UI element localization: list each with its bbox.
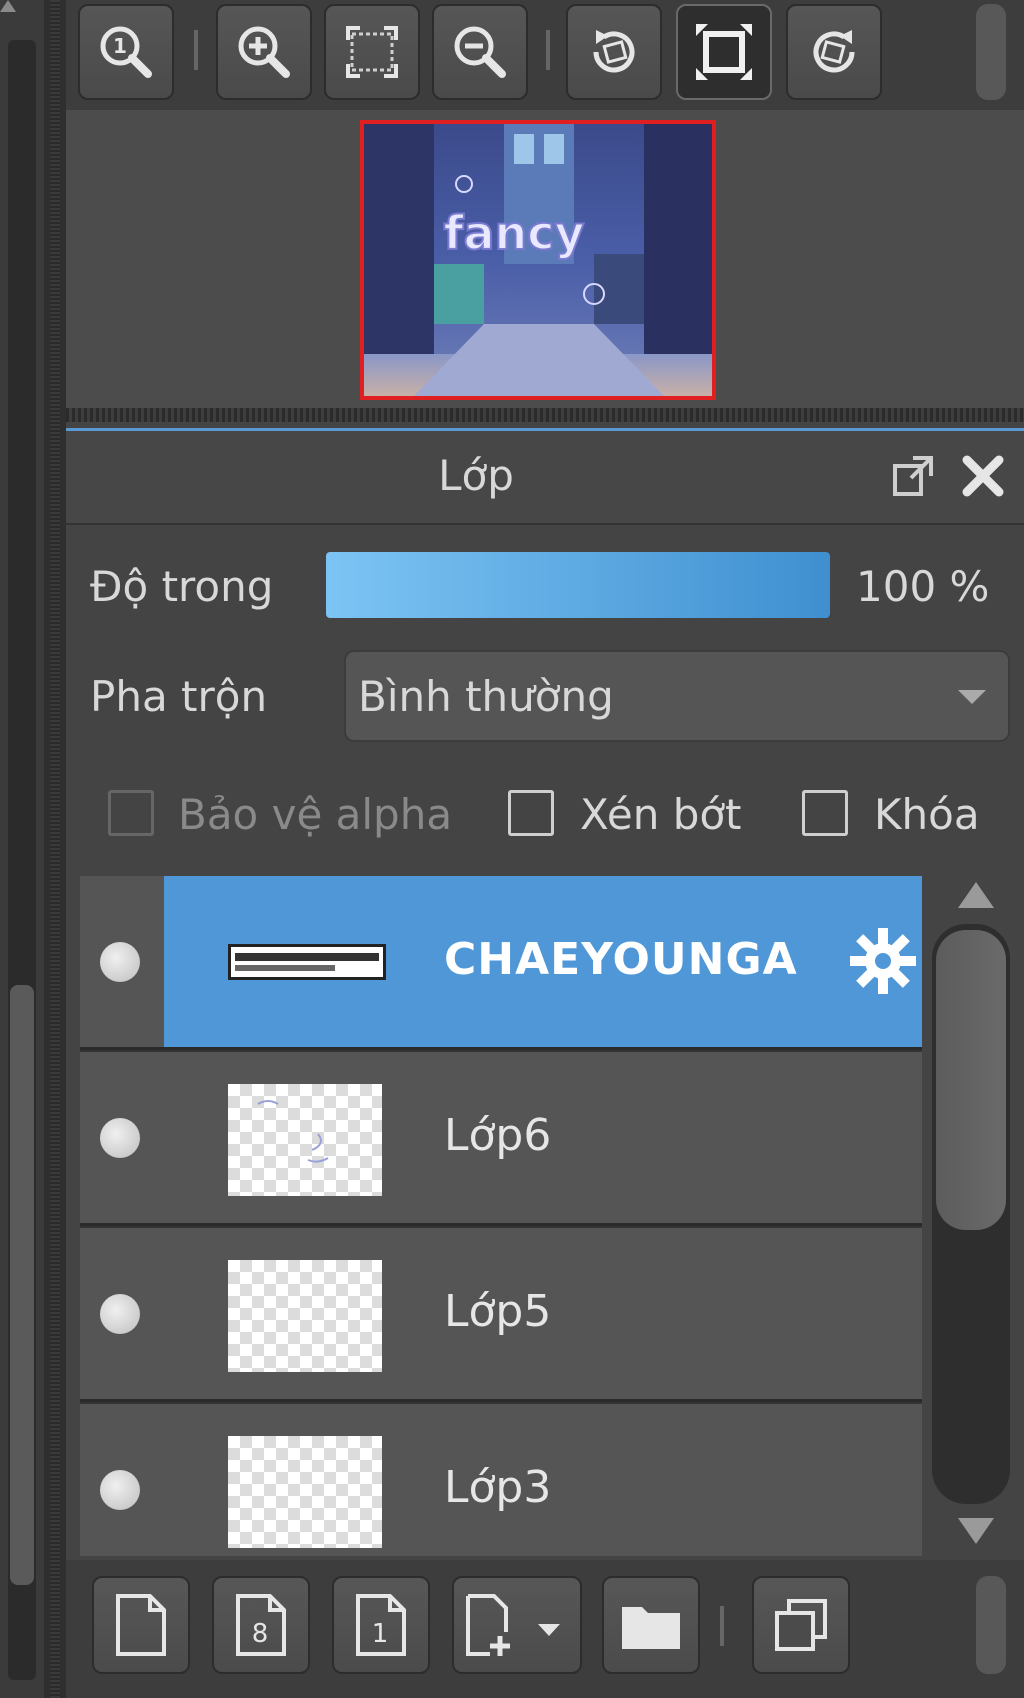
close-icon (962, 455, 1004, 497)
layer-row[interactable]: Lớp3 (80, 1404, 922, 1556)
duplicate-layer-icon (775, 1599, 827, 1651)
new-layer-icon (116, 1594, 166, 1656)
layer-thumbnail (228, 1084, 382, 1196)
navigator-panel: fancy (66, 110, 1024, 410)
left-scrollbar[interactable] (0, 0, 44, 1698)
layer-name: Lớp3 (444, 1462, 552, 1513)
layer-8bit-glyph: 8 (252, 1619, 269, 1649)
layer-1bit-glyph: 1 (372, 1619, 389, 1649)
layer-toolbar: 8 1 (66, 1560, 1024, 1698)
new-1bit-layer-button[interactable]: 1 (332, 1576, 430, 1674)
layer-row[interactable]: Lớp5 (80, 1228, 922, 1402)
clip-label: Xén bớt (580, 790, 742, 839)
preview-caption: fancy (443, 206, 584, 260)
visibility-toggle[interactable] (100, 1294, 140, 1334)
toolbar-separator (194, 30, 198, 70)
visibility-toggle[interactable] (100, 1470, 140, 1510)
clip-checkbox[interactable] (508, 790, 554, 836)
opacity-slider-fill (326, 552, 830, 618)
scroll-up-arrow-icon[interactable] (0, 0, 16, 12)
layer-name: Lớp5 (444, 1286, 552, 1337)
visibility-toggle[interactable] (100, 1118, 140, 1158)
canvas-thumbnail: fancy (364, 124, 712, 396)
new-8bit-layer-icon: 8 (236, 1594, 286, 1656)
zoom-in-icon (238, 26, 290, 78)
folder-icon (622, 1607, 680, 1649)
scroll-thumb[interactable] (936, 930, 1006, 1230)
layer-thumbnail (228, 1436, 382, 1548)
rotate-left-button[interactable] (566, 4, 662, 100)
opacity-label: Độ trong (90, 562, 274, 611)
navigator-preview[interactable]: fancy (360, 120, 716, 400)
toolbar-separator (720, 1606, 724, 1646)
text-layer-gear-icon (850, 928, 916, 994)
layer-name: Lớp6 (444, 1110, 552, 1161)
rotate-right-button[interactable] (786, 4, 882, 100)
protect-alpha-checkbox[interactable] (108, 790, 154, 836)
zoom-out-button[interactable] (432, 4, 528, 100)
fit-screen-button[interactable] (324, 4, 420, 100)
opacity-slider[interactable] (326, 552, 830, 618)
zoom-actual-button[interactable]: 1 (78, 4, 174, 100)
new-8bit-layer-button[interactable]: 8 (212, 1576, 310, 1674)
fit-screen-icon (346, 26, 398, 78)
blend-mode-label: Pha trộn (90, 672, 268, 721)
new-1bit-layer-icon: 1 (356, 1594, 406, 1656)
panel-splitter[interactable] (44, 0, 66, 1698)
scroll-track (932, 924, 1010, 1504)
scroll-down-arrow-icon[interactable] (958, 1518, 994, 1544)
rotate-right-icon (813, 30, 855, 73)
add-layer-dropdown-icon (466, 1594, 560, 1656)
protect-alpha-label: Bảo vệ alpha (178, 790, 453, 839)
blend-mode-value: Bình thường (358, 672, 614, 721)
view-toolbar: 1 (66, 0, 1024, 110)
panel-resize-grip[interactable] (66, 408, 1024, 422)
layer-list-scrollbar[interactable] (928, 876, 1018, 1556)
scroll-thumb[interactable] (10, 985, 34, 1585)
panel-title: Lớp (438, 451, 514, 500)
layer-list: CHAEYOUNGA Lớp6 Lớp5 Lớp3 (80, 876, 922, 1556)
zoom-out-icon (454, 26, 506, 78)
fullscreen-icon (696, 24, 752, 80)
rotate-left-icon (593, 30, 635, 73)
layer-panel-header: Lớp (66, 431, 1024, 525)
blend-mode-select[interactable]: Bình thường (344, 650, 1010, 742)
right-panel: 1 fancy Lớp Độ trong 100 % Pha trộn Bình… (66, 0, 1024, 1698)
scroll-up-arrow-icon[interactable] (958, 882, 994, 908)
layer-thumbnail (228, 944, 386, 980)
external-window-icon (893, 456, 933, 496)
add-layer-dropdown-button[interactable] (452, 1576, 582, 1674)
chevron-down-icon (958, 690, 986, 704)
lock-label: Khóa (874, 790, 980, 839)
lock-checkbox[interactable] (802, 790, 848, 836)
toolbar-grip[interactable] (976, 4, 1006, 100)
layer-row[interactable]: Lớp6 (80, 1052, 922, 1226)
layer-name: CHAEYOUNGA (444, 934, 798, 985)
detach-panel-button[interactable] (888, 451, 938, 501)
fullscreen-button[interactable] (676, 4, 772, 100)
toolbar-separator (546, 30, 550, 70)
duplicate-layer-button[interactable] (752, 1576, 850, 1674)
layer-thumbnail (228, 1260, 382, 1372)
new-layer-button[interactable] (92, 1576, 190, 1674)
opacity-value: 100 % (856, 562, 990, 611)
visibility-toggle[interactable] (100, 942, 140, 982)
close-panel-button[interactable] (958, 451, 1008, 501)
zoom-in-button[interactable] (216, 4, 312, 100)
svg-text:1: 1 (113, 34, 127, 58)
toolbar-grip[interactable] (976, 1576, 1006, 1674)
layer-row[interactable]: CHAEYOUNGA (80, 876, 922, 1050)
zoom-actual-icon: 1 (100, 26, 152, 78)
new-folder-button[interactable] (602, 1576, 700, 1674)
